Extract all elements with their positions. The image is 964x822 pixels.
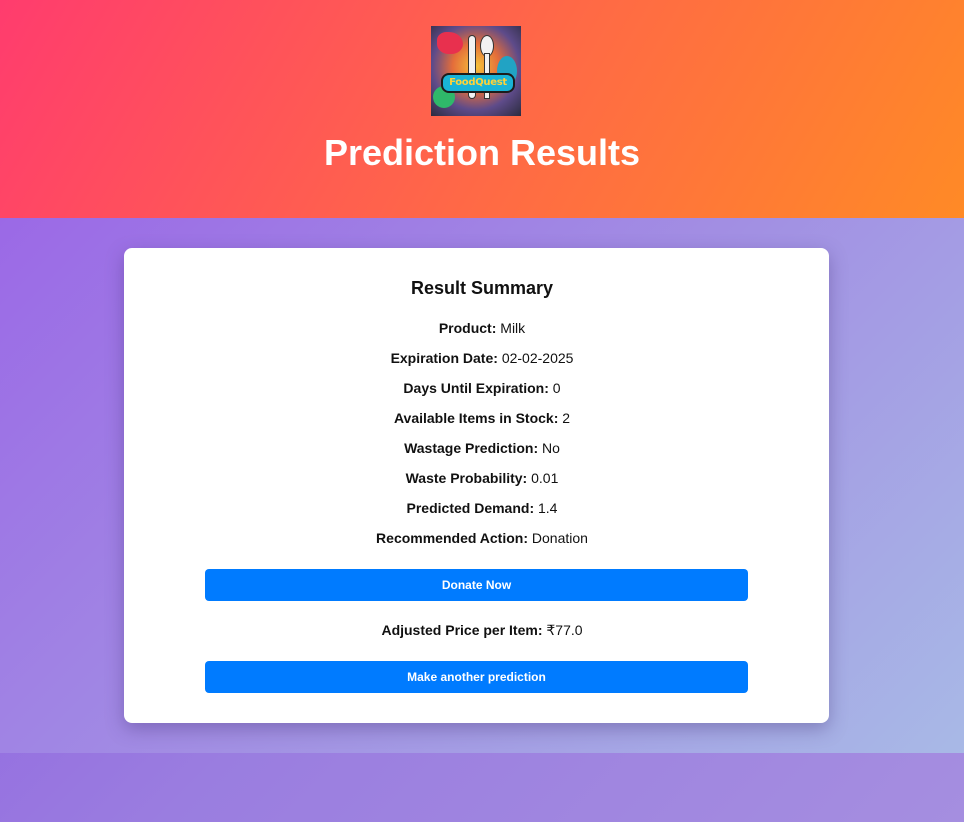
- logo-text: FoodQuest: [441, 73, 515, 93]
- days-until-expiration-value: 0: [552, 380, 561, 396]
- product-label: Product:: [438, 320, 497, 336]
- stock-row: Available Items in Stock: 2: [0, 408, 964, 428]
- expiration-date-row: Expiration Date: 02-02-2025: [0, 348, 964, 368]
- stock-value: 2: [562, 410, 571, 426]
- foodquest-logo-icon: FoodQuest: [431, 26, 521, 116]
- waste-probability-label: Waste Probability:: [405, 470, 528, 486]
- result-summary-title: Result Summary: [410, 278, 554, 298]
- predicted-demand-value: 1.4: [538, 500, 558, 516]
- predicted-demand-row: Predicted Demand: 1.4: [0, 498, 964, 518]
- wastage-prediction-label: Wastage Prediction:: [404, 440, 539, 456]
- make-another-prediction-button[interactable]: Make another prediction: [205, 661, 748, 693]
- stock-label: Available Items in Stock:: [393, 410, 559, 426]
- donate-now-button[interactable]: Donate Now: [205, 569, 748, 601]
- page-header: FoodQuest Prediction Results: [0, 0, 964, 218]
- days-until-expiration-row: Days Until Expiration: 0: [0, 378, 964, 398]
- waste-probability-row: Waste Probability: 0.01: [0, 468, 964, 488]
- wastage-prediction-value: No: [542, 440, 560, 456]
- product-row: Product: Milk: [0, 318, 964, 338]
- waste-probability-value: 0.01: [531, 470, 559, 486]
- wastage-prediction-row: Wastage Prediction: No: [0, 438, 964, 458]
- expiration-date-value: 02-02-2025: [501, 350, 574, 366]
- product-value: Milk: [500, 320, 526, 336]
- expiration-date-label: Expiration Date:: [390, 350, 498, 366]
- recommended-action-row: Recommended Action: Donation: [0, 528, 964, 548]
- days-until-expiration-label: Days Until Expiration:: [403, 380, 549, 396]
- adjusted-price-label: Adjusted Price per Item:: [381, 622, 543, 638]
- recommended-action-label: Recommended Action:: [376, 530, 528, 546]
- predicted-demand-label: Predicted Demand:: [406, 500, 535, 516]
- adjusted-price-value: ₹77.0: [546, 622, 583, 638]
- page-title: Prediction Results: [323, 132, 641, 173]
- adjusted-price-row: Adjusted Price per Item: ₹77.0: [0, 620, 964, 640]
- recommended-action-value: Donation: [531, 530, 588, 546]
